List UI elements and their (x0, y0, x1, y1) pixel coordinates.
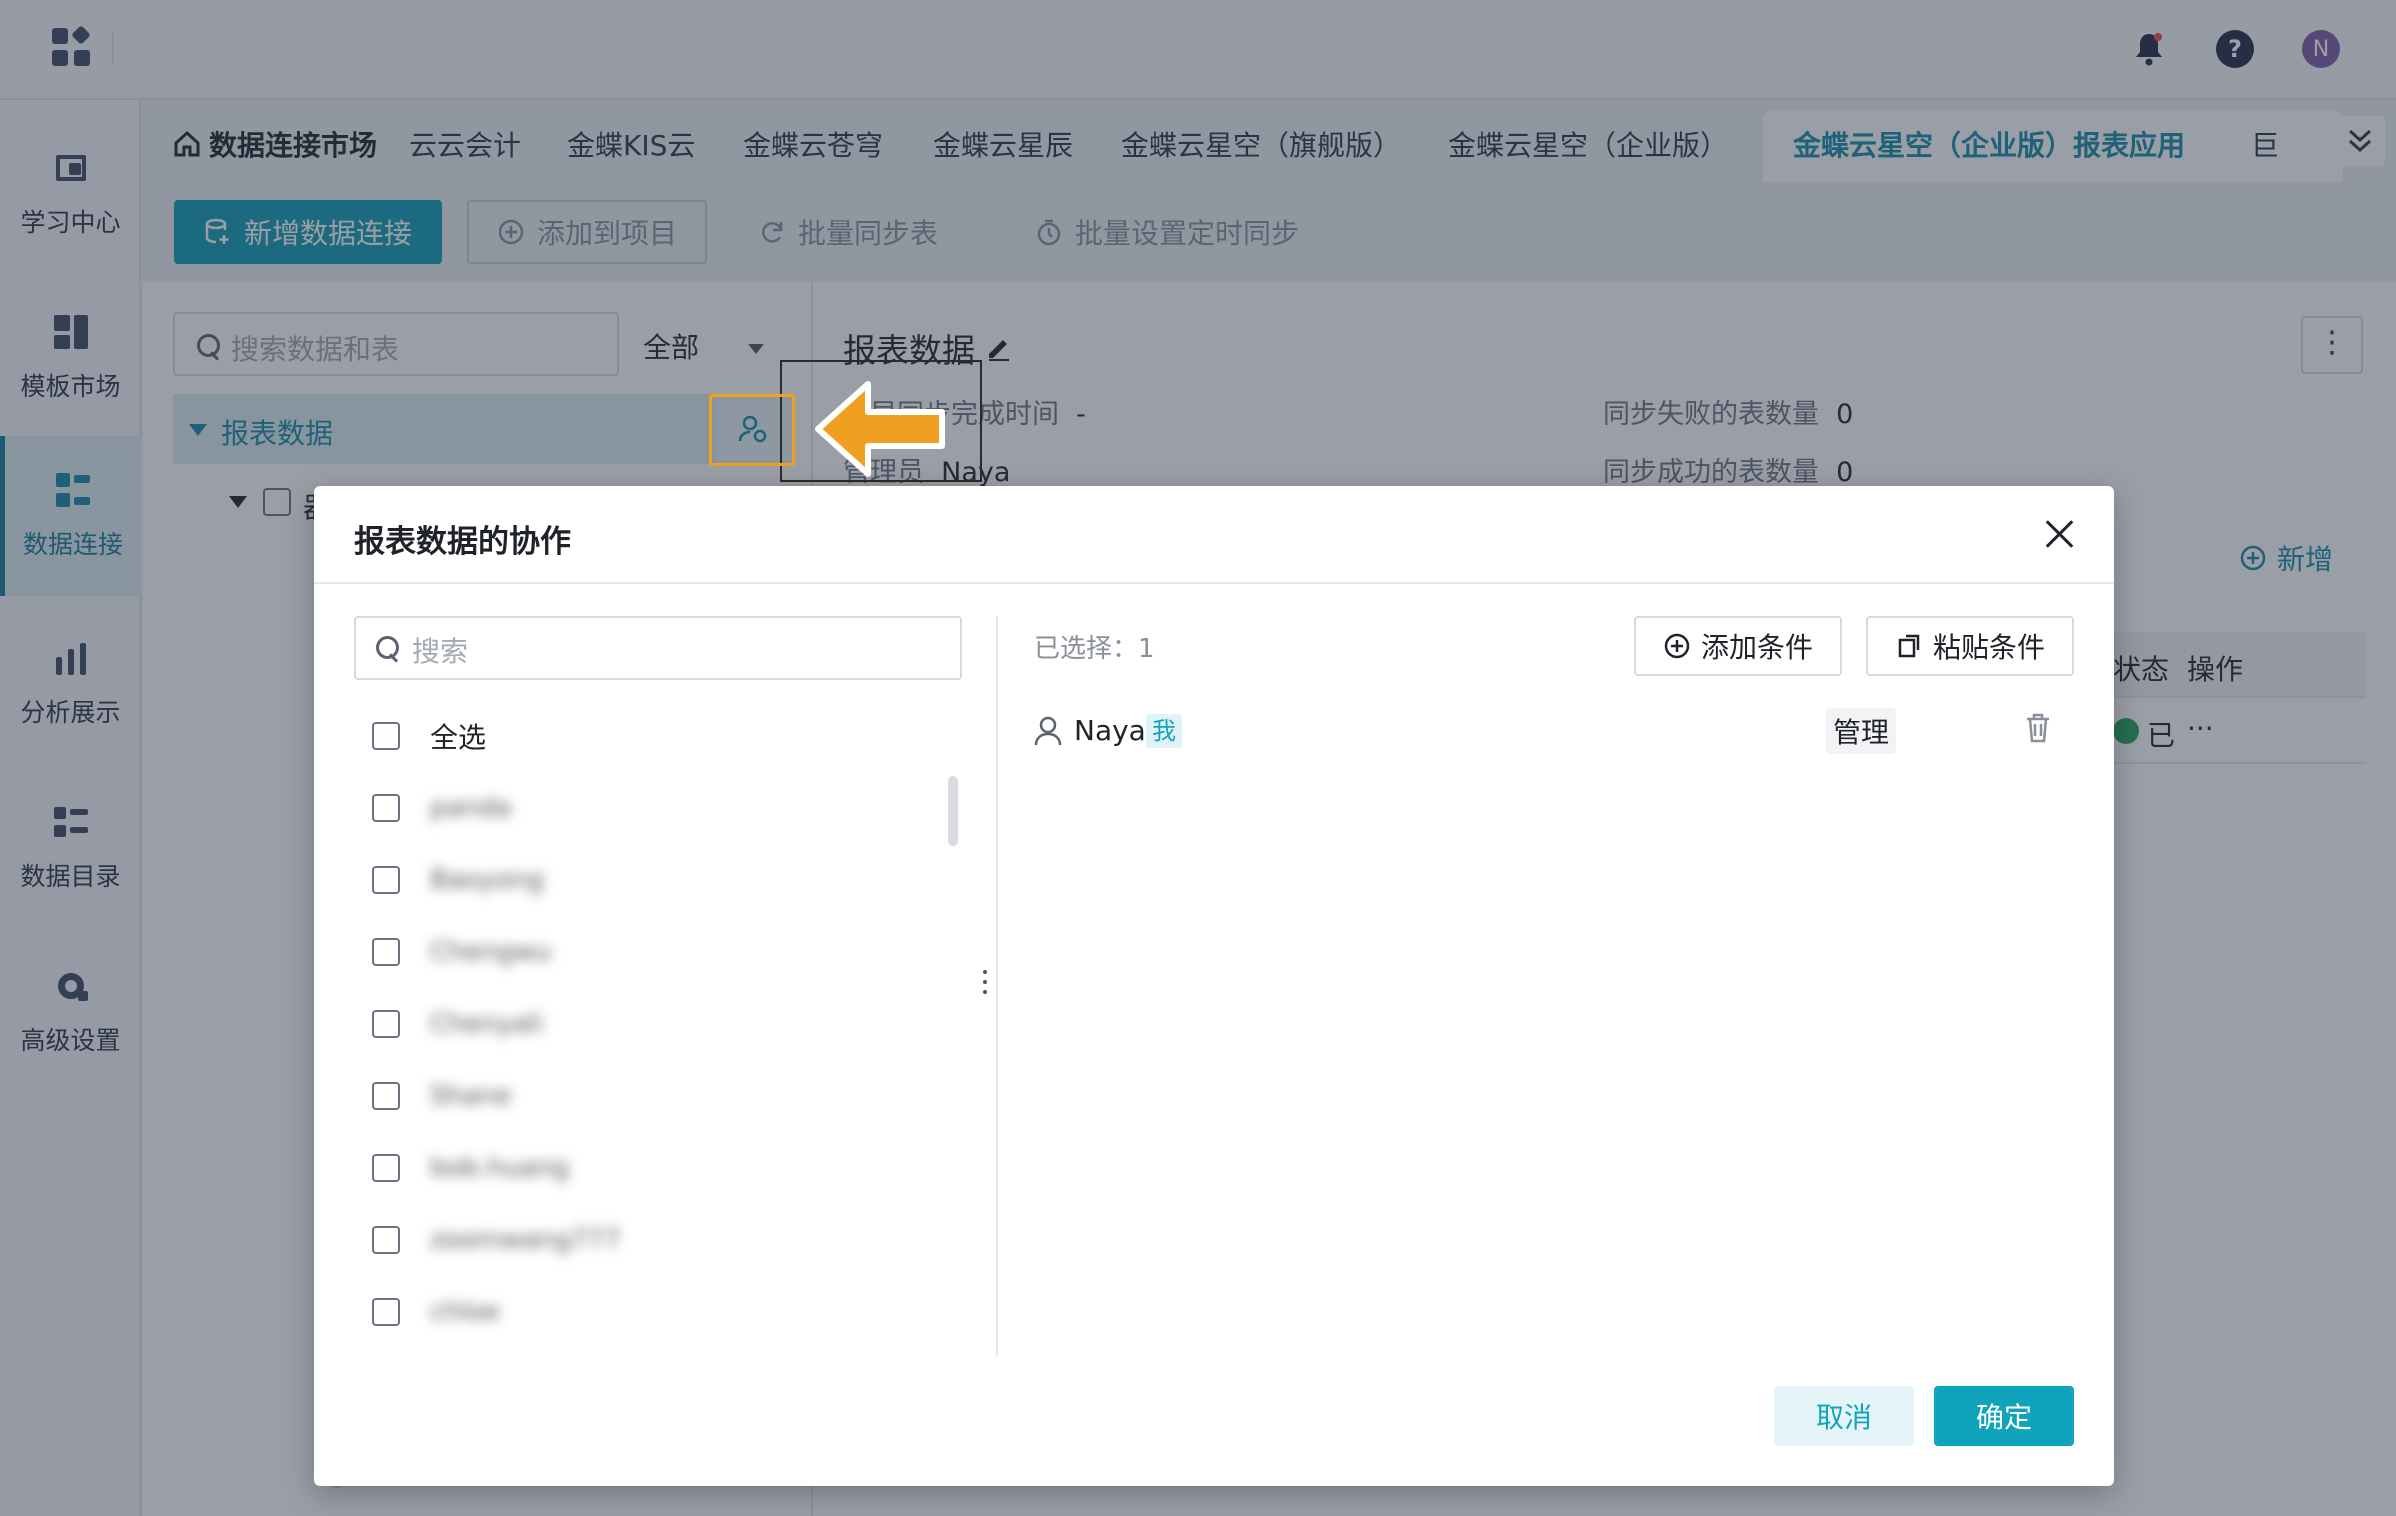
checkbox[interactable] (372, 866, 400, 894)
selected-count: 已选择：1 (1034, 634, 1155, 664)
selected-user-name: Naya (1074, 714, 1146, 747)
checkbox[interactable] (372, 1082, 400, 1110)
search-icon (376, 636, 400, 660)
user-row[interactable]: zoomwang777 (372, 1220, 621, 1260)
user-row[interactable]: panda (372, 788, 511, 828)
user-row[interactable]: Shane (372, 1076, 511, 1116)
me-badge: 我 (1146, 714, 1182, 748)
annotation-arrow-icon (815, 381, 945, 477)
checkbox[interactable] (372, 1010, 400, 1038)
scrollbar[interactable] (948, 776, 958, 846)
panel-divider (996, 616, 998, 1356)
user-search-input[interactable]: 搜索 (354, 616, 962, 680)
user-row[interactable]: bob.huang (372, 1148, 569, 1188)
plus-circle-icon (1664, 633, 1690, 659)
dialog-header: 报表数据的协作 (314, 486, 2114, 584)
checkbox[interactable] (372, 1298, 400, 1326)
annotation-highlight-box (709, 394, 795, 466)
collaboration-dialog: 报表数据的协作 搜索 全选 panda Baoyong Chengwu Chen… (314, 486, 2114, 1486)
resize-handle[interactable] (983, 970, 989, 1000)
selected-user-row: Naya 我 (1034, 708, 2084, 758)
user-row[interactable]: Baoyong (372, 860, 544, 900)
select-all-row[interactable]: 全选 (372, 716, 486, 756)
checkbox[interactable] (372, 722, 400, 750)
role-select[interactable]: 管理 (1826, 708, 1896, 754)
trash-icon[interactable] (2024, 712, 2052, 744)
user-row[interactable]: Chengwu (372, 932, 551, 972)
checkbox[interactable] (372, 938, 400, 966)
dialog-title: 报表数据的协作 (354, 524, 571, 560)
checkbox[interactable] (372, 794, 400, 822)
confirm-button[interactable]: 确定 (1934, 1386, 2074, 1446)
user-row[interactable]: Chenyali (372, 1004, 543, 1044)
user-icon (1034, 716, 1062, 746)
cancel-button[interactable]: 取消 (1774, 1386, 1914, 1446)
add-condition-button[interactable]: 添加条件 (1634, 616, 1842, 676)
user-row[interactable]: chloe (372, 1292, 500, 1332)
search-placeholder: 搜索 (412, 635, 469, 668)
checkbox[interactable] (372, 1154, 400, 1182)
close-icon[interactable] (2040, 514, 2080, 554)
paste-icon (1898, 634, 1920, 658)
paste-condition-button[interactable]: 粘贴条件 (1866, 616, 2074, 676)
checkbox[interactable] (372, 1226, 400, 1254)
